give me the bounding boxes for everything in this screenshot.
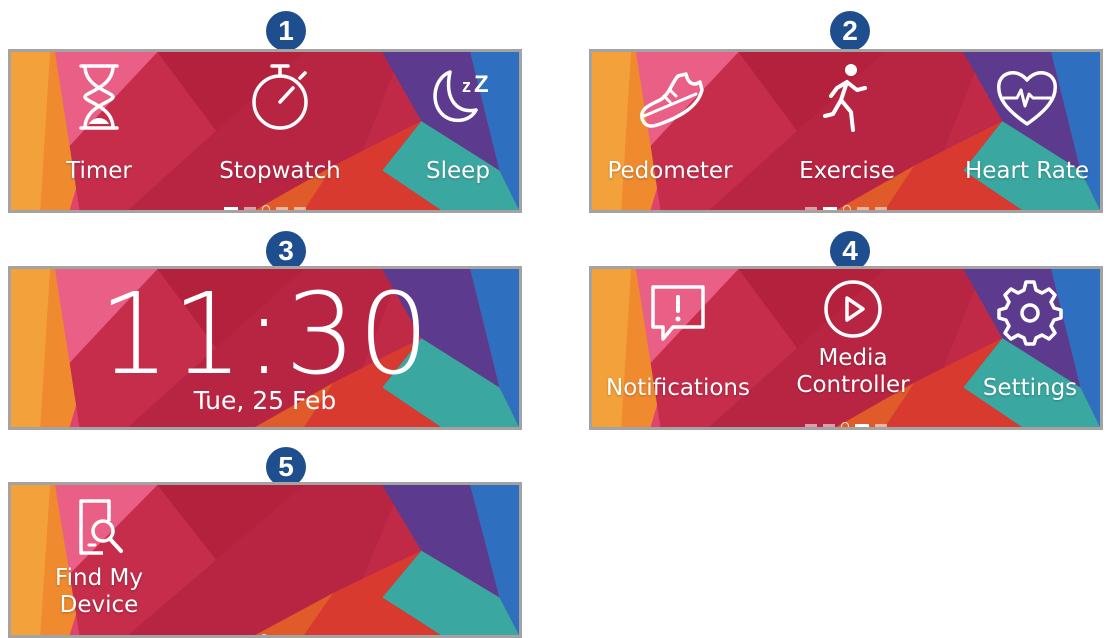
app-exercise[interactable]: Exercise [757, 60, 937, 185]
app-label: Sleep [426, 158, 490, 184]
clock-date: Tue, 25 Feb [193, 386, 337, 415]
app-label: Settings [982, 375, 1078, 401]
app-sleep[interactable]: z Z Sleep [368, 60, 519, 185]
app-label: Pedometer [607, 158, 733, 184]
app-label-line1: Media [818, 345, 888, 371]
play-icon [824, 280, 882, 338]
step-badge-5: 5 [266, 447, 306, 487]
app-label: Notifications [606, 375, 750, 401]
app-pedometer[interactable]: Pedometer [592, 60, 760, 185]
page-indicator [11, 198, 519, 210]
app-label-line2: Controller [796, 372, 910, 398]
app-media-controller[interactable]: Media Controller [763, 277, 943, 399]
clock-time: 11:30 [98, 270, 432, 400]
app-timer[interactable]: Timer [11, 60, 189, 185]
step-badge-4: 4 [830, 231, 870, 271]
app-settings[interactable]: Settings [940, 277, 1100, 402]
heart-rate-icon [997, 71, 1057, 126]
svg-text:Z: Z [474, 71, 489, 98]
app-label: Stopwatch [219, 158, 341, 184]
app-stopwatch[interactable]: Stopwatch [190, 60, 370, 185]
runner-icon [823, 64, 867, 132]
app-label: Exercise [799, 158, 895, 184]
shoe-icon [640, 72, 704, 128]
svg-text:z: z [462, 76, 471, 96]
step-badge-2: 2 [830, 11, 870, 51]
page-indicator [11, 627, 519, 635]
gear-icon [997, 280, 1063, 346]
step-badge-3: 3 [266, 231, 306, 271]
app-label-line1: Find My [55, 565, 143, 591]
app-label-line2: Device [59, 592, 139, 618]
stopwatch-icon [252, 64, 308, 130]
hourglass-icon [79, 64, 119, 130]
app-label: Heart Rate [964, 158, 1090, 184]
screen-clock: 11:30 Tue, 25 Feb [8, 266, 522, 430]
app-find-my-device[interactable]: Find My Device [11, 493, 189, 619]
app-label: Timer [66, 158, 132, 184]
page-indicator [592, 198, 1100, 210]
notification-bubble-icon [651, 285, 705, 341]
page-indicator [592, 415, 1100, 427]
screen-apps-page-2: Pedometer Exercise Heart Rate [589, 49, 1103, 213]
screen-apps-page-5: Find My Device [8, 482, 522, 638]
screen-apps-page-1: Timer Stopwatch z Z Sleep [8, 49, 522, 213]
step-badge-1: 1 [266, 11, 306, 51]
app-notifications[interactable]: Notifications [592, 277, 768, 402]
find-device-icon [79, 499, 123, 555]
sleep-moon-icon: z Z [433, 70, 489, 123]
app-heart-rate[interactable]: Heart Rate [937, 60, 1100, 185]
screen-apps-page-4: Notifications Media Controller Settings [589, 266, 1103, 430]
